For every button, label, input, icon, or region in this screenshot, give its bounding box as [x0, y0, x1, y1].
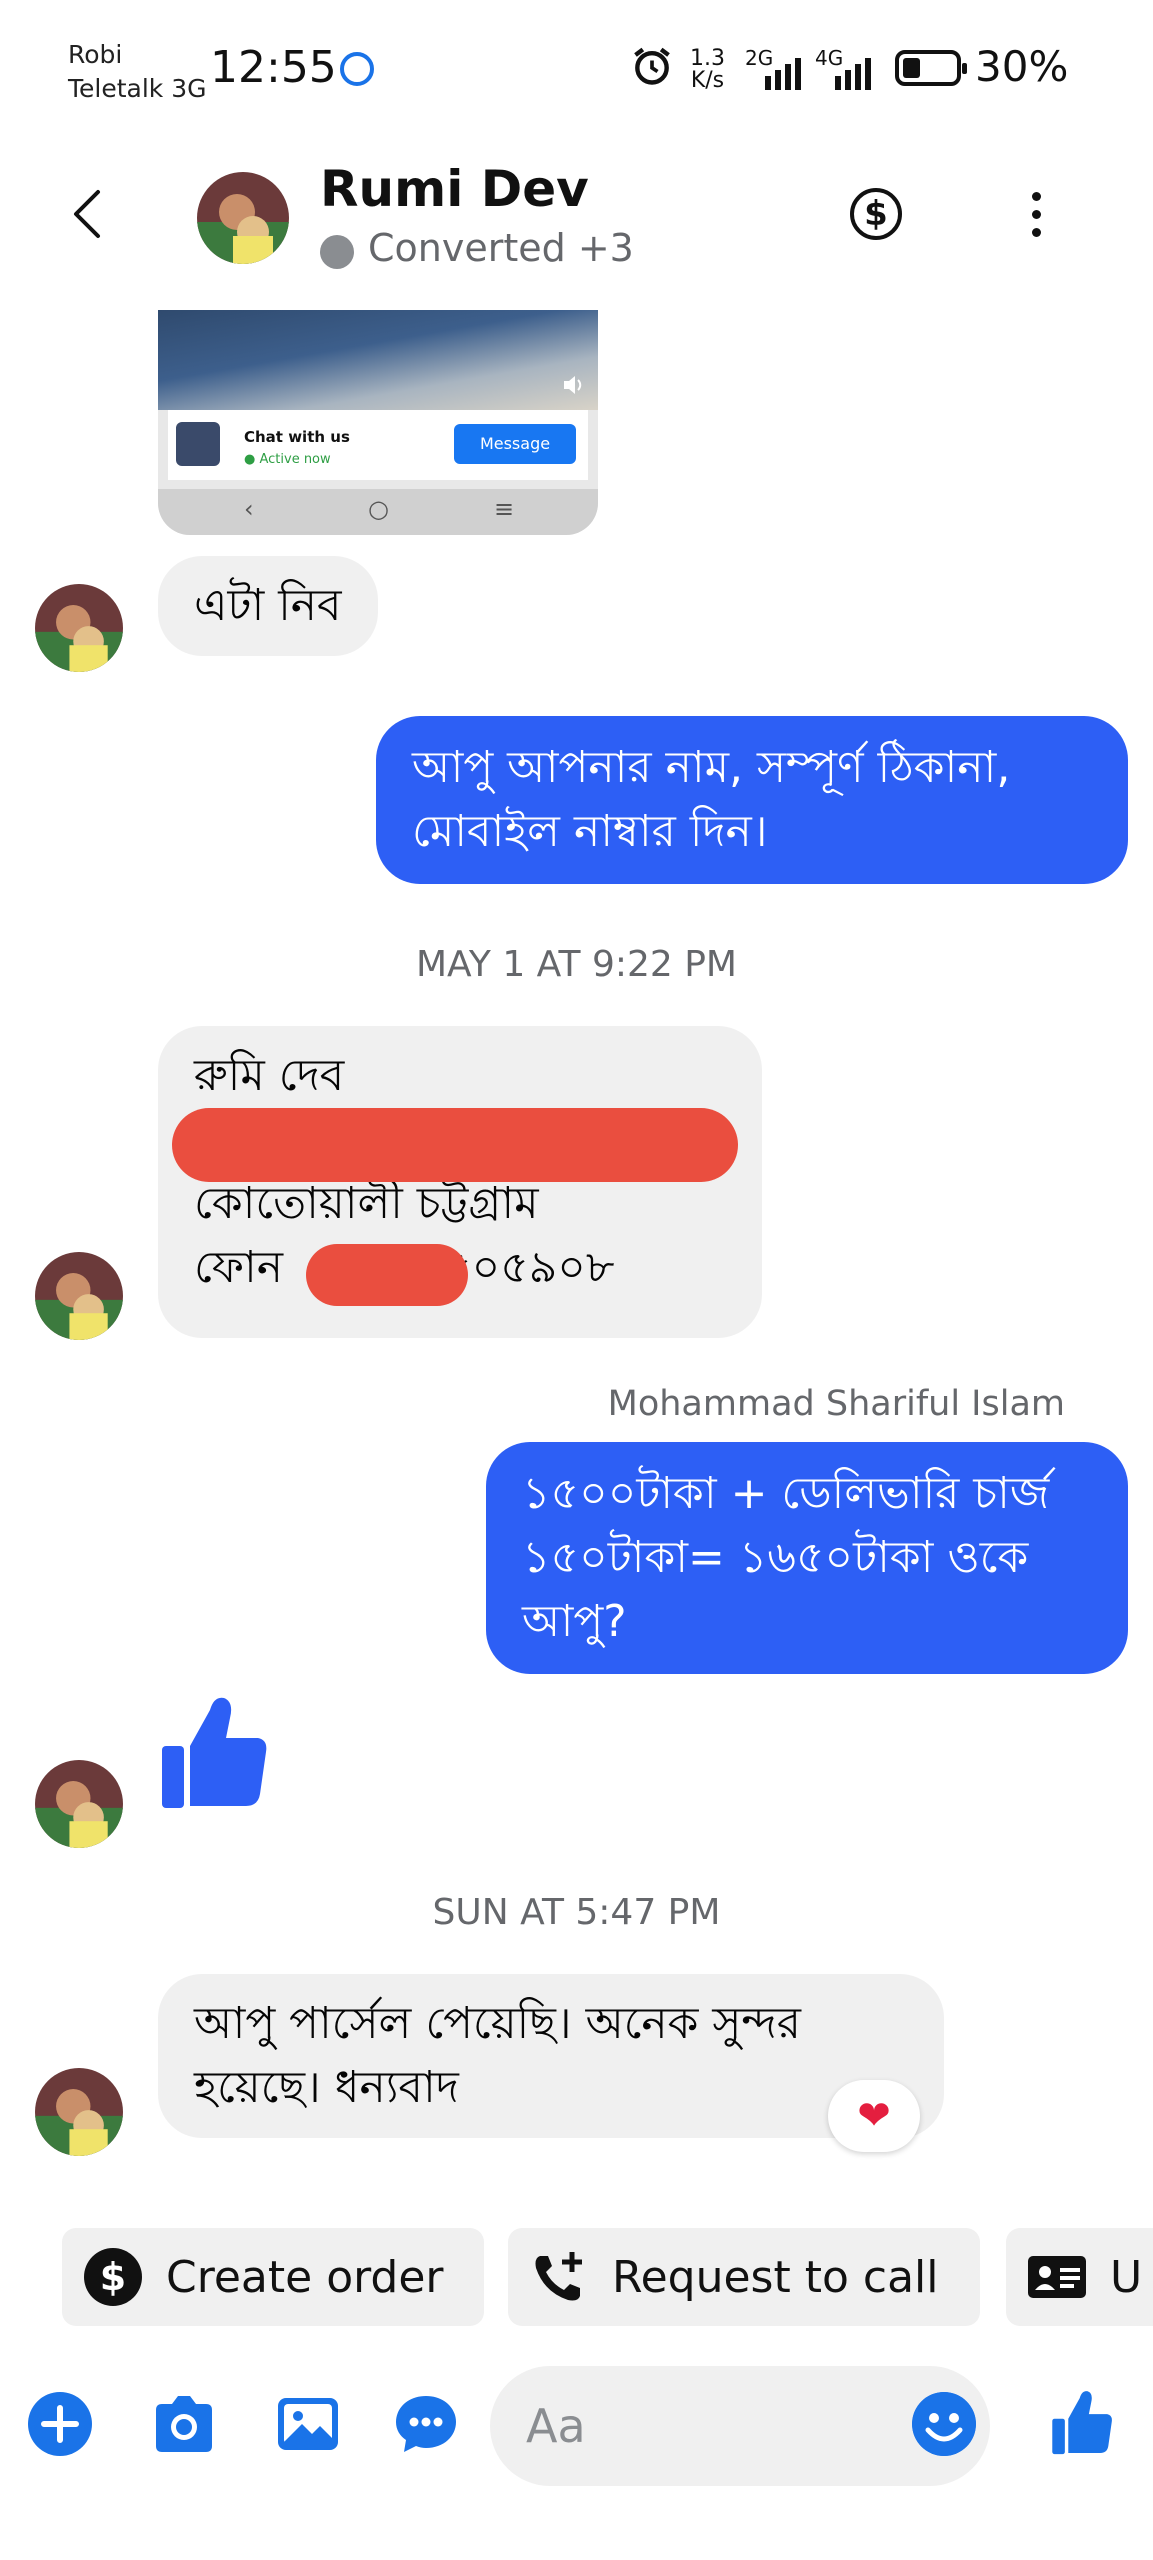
outgoing-message[interactable]: ১৫০০টাকা + ডেলিভারি চার্জ ১৫০টাকা= ১৬৫০ট…: [486, 1442, 1128, 1674]
status-time: 12:55: [210, 42, 337, 93]
network-speed: 1.3 K/s: [690, 48, 725, 92]
timestamp: MAY 1 AT 9:22 PM: [416, 944, 737, 985]
more-options-icon[interactable]: [1025, 192, 1047, 240]
battery-icon: [895, 50, 967, 86]
sender-avatar[interactable]: [35, 2068, 123, 2156]
card-message-button: Message: [454, 424, 576, 464]
net-speed-value: 1.3: [690, 46, 725, 71]
create-order-label: Create order: [166, 2251, 444, 2303]
timestamp: SUN AT 5:47 PM: [432, 1892, 721, 1933]
camera-icon[interactable]: [152, 2392, 216, 2456]
status-dot-icon: [320, 235, 354, 269]
contact-name[interactable]: Rumi Dev: [320, 160, 589, 218]
card-status: ● Active now: [244, 452, 331, 467]
like-send-icon[interactable]: [1050, 2386, 1114, 2456]
back-arrow-icon[interactable]: [66, 184, 110, 244]
gallery-icon[interactable]: [276, 2392, 340, 2456]
create-order-button[interactable]: $ Create order: [62, 2228, 484, 2326]
incoming-message[interactable]: আপু পার্সেল পেয়েছি। অনেক সুন্দর হয়েছে।…: [158, 1974, 944, 2138]
phone-add-icon: [535, 2252, 582, 2301]
contact-card-label: U: [1110, 2251, 1143, 2303]
payment-button[interactable]: $: [850, 188, 902, 240]
outgoing-message[interactable]: আপু আপনার নাম, সম্পূর্ণ ঠিকানা, মোবাইল ন…: [376, 716, 1128, 884]
alarm-icon: [634, 47, 670, 85]
contact-status[interactable]: Converted +3: [368, 226, 634, 270]
heart-reaction-icon[interactable]: ❤: [828, 2080, 920, 2152]
card-title: Chat with us: [244, 428, 350, 446]
screenshot-home-icon: ○: [368, 495, 389, 523]
carrier-robi: Robi: [68, 40, 123, 69]
sender-avatar[interactable]: [35, 584, 123, 672]
screenshot-back-icon: ‹: [244, 495, 254, 523]
screenshot-chat-card: Chat with us ● Active now Message: [168, 410, 588, 480]
speaker-icon: [564, 376, 582, 394]
sync-status-icon: [340, 52, 374, 86]
sender-name: Mohammad Shariful Islam: [607, 1384, 1065, 1424]
sender-avatar[interactable]: [35, 1252, 123, 1340]
request-call-label: Request to call: [612, 2251, 939, 2303]
battery-percent: 30%: [975, 42, 1069, 91]
screenshot-navbar: ‹ ○ ≡: [158, 489, 598, 535]
chat-bubble-icon[interactable]: [394, 2392, 458, 2456]
signal-2-bars-icon: [835, 50, 871, 90]
screenshot-banner: [158, 310, 598, 410]
contact-card-icon: [1028, 2256, 1086, 2298]
phone-digits: ৫০৫৯০৮: [443, 1242, 615, 1293]
screenshot-menu-icon: ≡: [494, 495, 515, 523]
address-line-name: রুমি দেব: [194, 1050, 345, 1101]
contact-card-button[interactable]: U: [1006, 2228, 1153, 2326]
carrier-label: Robi Teletalk 3G: [68, 38, 207, 106]
net-speed-unit: K/s: [690, 68, 725, 93]
contact-avatar[interactable]: [197, 172, 289, 264]
signal-1-bars-icon: [765, 50, 801, 90]
screenshot-thumbnail: [176, 422, 220, 466]
carrier-teletalk: Teletalk 3G: [68, 74, 207, 103]
phone-label: ফোন: [194, 1242, 284, 1293]
request-call-button[interactable]: Request to call: [508, 2228, 980, 2326]
redaction-mark: [172, 1108, 738, 1182]
redaction-mark: [306, 1244, 468, 1306]
svg-text:$: $: [100, 2255, 126, 2299]
like-sticker-icon[interactable]: [158, 1690, 270, 1810]
shared-screenshot-image[interactable]: Chat with us ● Active now Message ‹ ○ ≡: [158, 310, 598, 535]
dollar-circle-icon: $: [84, 2248, 142, 2306]
plus-icon[interactable]: [28, 2392, 92, 2456]
emoji-icon[interactable]: [912, 2392, 976, 2456]
incoming-message[interactable]: এটা নিব: [158, 556, 378, 656]
sender-avatar[interactable]: [35, 1760, 123, 1848]
